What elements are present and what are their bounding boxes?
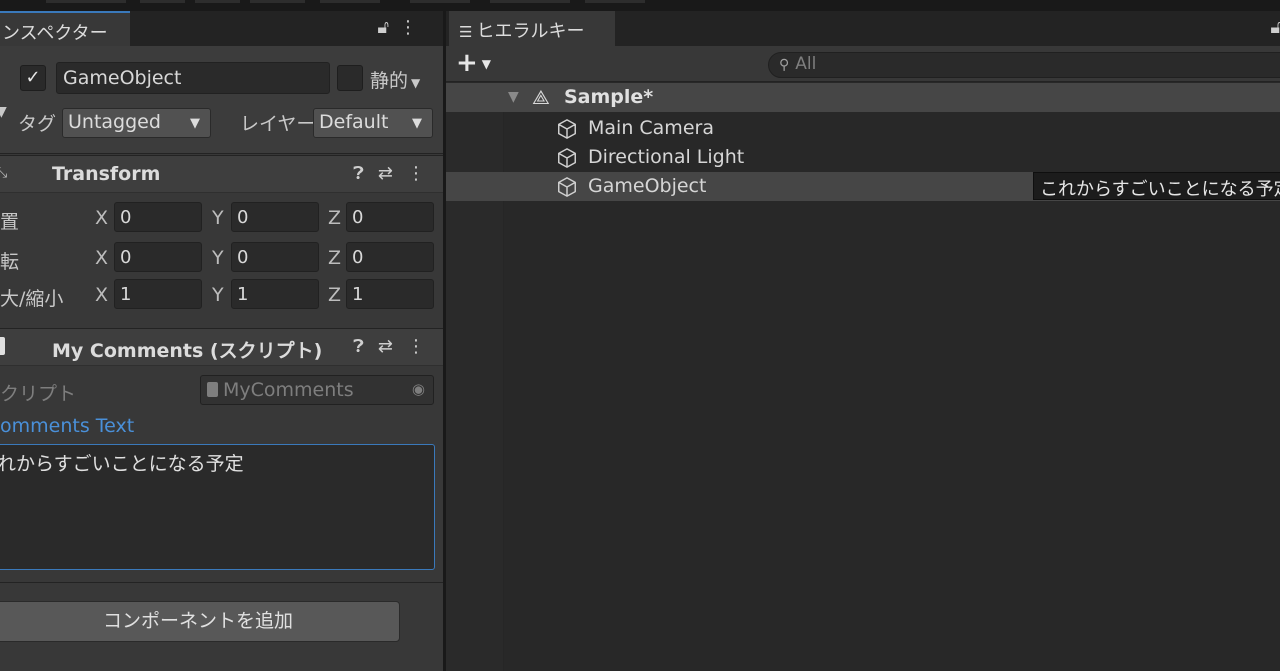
mycomments-header[interactable]: My Comments (スクリプト) ❓︎ ⇄ ⋮ [0, 328, 443, 366]
hierarchy-item-label: Main Camera [588, 117, 714, 139]
lock-icon[interactable]: 🔓︎ [377, 17, 399, 38]
search-icon: ⚲ [779, 57, 790, 73]
layer-dropdown[interactable]: Default ▼ [313, 108, 433, 138]
gameobject-name-field[interactable]: GameObject [56, 62, 330, 94]
gameobject-cube-icon [558, 119, 576, 139]
top-strip [0, 0, 1280, 11]
inspector-divider [0, 582, 443, 583]
script-file-icon [0, 337, 5, 355]
comment-tooltip: これからすごいことになる予定 [1033, 172, 1280, 200]
position-z-field[interactable]: 0 [346, 202, 434, 232]
position-z-label[interactable]: Z [328, 207, 341, 229]
caret-down-icon: ▼ [481, 56, 492, 71]
scale-z-label[interactable]: Z [328, 284, 341, 306]
scale-x-field[interactable]: 1 [114, 279, 202, 309]
comments-textarea[interactable]: れからすごいことになる予定 [0, 444, 435, 570]
position-x-field[interactable]: 0 [114, 202, 202, 232]
inspector-tab-icons: 🔓︎⋮ [377, 17, 427, 38]
create-menu-button[interactable]: + ▼ [456, 48, 491, 78]
help-icon[interactable]: ❓︎ [353, 163, 364, 184]
rotation-x-field[interactable]: 0 [114, 242, 202, 272]
position-y-label[interactable]: Y [212, 207, 224, 229]
tag-value: Untagged [68, 111, 161, 133]
rotation-y-field[interactable]: 0 [231, 242, 319, 272]
scene-row[interactable]: ▼ ⟁ Sample* [446, 83, 1280, 112]
tag-label: タグ [18, 113, 57, 135]
transform-title: Transform [52, 163, 161, 185]
rotation-y-label[interactable]: Y [212, 247, 224, 269]
static-checkbox[interactable] [337, 65, 363, 91]
scale-z-field[interactable]: 1 [346, 279, 434, 309]
gameobject-header: ✓ GameObject 静的 ▼ ▼ タグ Untagged ▼ レイヤー Def… [0, 46, 443, 154]
scale-label: 大/縮小 [0, 288, 64, 310]
caret-down-icon: ▼ [190, 116, 200, 131]
static-dropdown[interactable]: 静的 ▼ [370, 66, 420, 93]
tag-dropdown[interactable]: Untagged ▼ [62, 108, 211, 138]
hierarchy-toolbar: + ▼ ⚲ All [446, 46, 1280, 82]
mycomments-icons: ❓︎ ⇄ ⋮ [339, 336, 425, 357]
caret-down-icon: ▼ [412, 116, 422, 131]
rotation-x-label[interactable]: X [95, 247, 108, 269]
layer-value: Default [319, 111, 389, 133]
inspector-panel: ンスペクター 🔓︎⋮ ✓ GameObject 静的 ▼ ▼ タグ Untagge… [0, 11, 443, 671]
rotation-z-field[interactable]: 0 [346, 242, 434, 272]
scale-y-label[interactable]: Y [212, 284, 224, 306]
position-x-label[interactable]: X [95, 207, 108, 229]
kebab-menu-icon[interactable]: ⋮ [407, 163, 425, 184]
rotation-z-label[interactable]: Z [328, 247, 341, 269]
hierarchy-item[interactable]: Directional Light [446, 143, 1280, 172]
script-asset-icon [207, 382, 218, 397]
transform-icons: ❓︎ ⇄ ⋮ [339, 163, 425, 184]
hierarchy-item-label: Directional Light [588, 146, 745, 168]
script-object-field: MyComments ◉ [200, 375, 434, 405]
rotation-label: 転 [0, 251, 20, 273]
presets-icon[interactable]: ⇄ [378, 163, 393, 184]
unity-scene-icon: ⟁ [532, 85, 550, 109]
gameobject-cube-icon [558, 148, 576, 168]
transform-icon: ⤡ [0, 165, 8, 181]
comments-text-label: omments Text [0, 415, 135, 437]
position-y-field[interactable]: 0 [231, 202, 319, 232]
presets-icon[interactable]: ⇄ [378, 336, 393, 357]
list-icon: ☰ [459, 23, 473, 41]
active-checkbox[interactable]: ✓ [20, 65, 46, 91]
tab-inspector[interactable]: ンスペクター [0, 11, 130, 46]
gameobject-cube-icon [558, 177, 576, 197]
scale-y-field[interactable]: 1 [231, 279, 319, 309]
scale-x-label[interactable]: X [95, 284, 108, 306]
search-placeholder: All [795, 54, 817, 74]
hierarchy-tabbar: ☰ ヒエラルキー 🔓︎ [446, 11, 1280, 46]
hierarchy-tab-label: ヒエラルキー [476, 21, 585, 42]
kebab-menu-icon[interactable]: ⋮ [407, 336, 425, 357]
foldout-arrow-icon[interactable]: ▼ [0, 104, 7, 120]
inspector-tabbar: ンスペクター 🔓︎⋮ [0, 11, 443, 46]
object-picker-icon: ◉ [411, 380, 425, 398]
transform-header[interactable]: ⤡ Transform ❓︎ ⇄ ⋮ [0, 155, 443, 193]
script-label: クリプト [0, 383, 77, 405]
layer-label: レイヤー [240, 113, 316, 135]
lock-icon[interactable]: 🔓︎ [1270, 17, 1280, 38]
add-component-button[interactable]: コンポーネントを追加 [0, 601, 400, 642]
help-icon[interactable]: ❓︎ [353, 336, 364, 357]
caret-down-icon: ▼ [411, 76, 421, 90]
tab-hierarchy[interactable]: ☰ ヒエラルキー [449, 11, 615, 46]
kebab-menu-icon[interactable]: ⋮ [399, 17, 427, 38]
mycomments-title: My Comments (スクリプト) [52, 340, 323, 362]
hierarchy-item[interactable]: Main Camera [446, 114, 1280, 143]
hierarchy-search-field[interactable]: ⚲ All [768, 52, 1280, 78]
script-value: MyComments [223, 379, 354, 401]
hierarchy-panel: ☰ ヒエラルキー 🔓︎ + ▼ ⚲ All ▼ ⟁ Sample* Main Came… [446, 11, 1280, 671]
position-label: 置 [0, 211, 20, 233]
expand-arrow-icon[interactable]: ▼ [508, 89, 519, 105]
scene-name: Sample* [564, 86, 654, 108]
hierarchy-item-label: GameObject [588, 175, 707, 197]
